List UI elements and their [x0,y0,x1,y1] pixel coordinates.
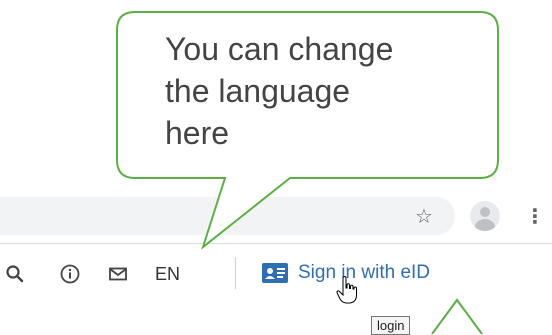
hand-cursor-icon [336,276,357,304]
site-header-toolbar: EN Sign in with eID [0,244,552,304]
callout-line-3: here [165,115,230,151]
browser-toolbar: ☆ ⋮ [0,193,552,241]
callout-line-2: the language [165,73,351,109]
login-tooltip: login [371,316,411,335]
star-icon[interactable]: ☆ [412,204,436,228]
callout-text: You can change the language here [165,28,485,154]
search-icon[interactable] [3,262,27,286]
id-card-icon [262,263,288,283]
sign-in-label: Sign in with eID [298,262,431,283]
second-callout-pointer [431,298,483,334]
info-icon[interactable] [58,262,82,286]
language-selector[interactable]: EN [155,262,180,286]
address-bar-input[interactable] [0,197,455,235]
kebab-menu-icon[interactable]: ⋮ [525,203,545,229]
callout-line-1: You can change [165,31,394,67]
mail-icon[interactable] [106,262,130,286]
avatar-icon[interactable] [470,201,500,231]
toolbar-divider [235,257,236,289]
